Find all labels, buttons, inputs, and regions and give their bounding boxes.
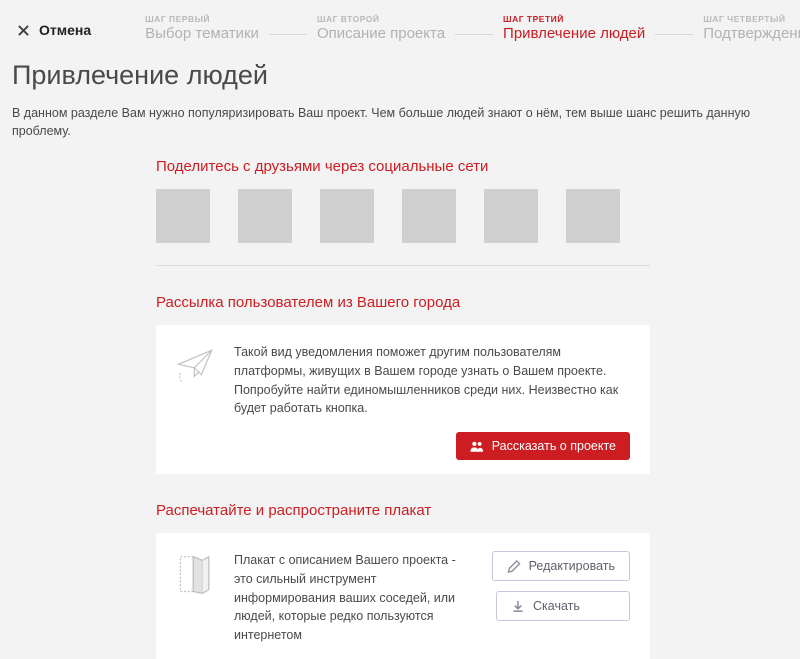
broadcast-card: Такой вид уведомления поможет другим пол… xyxy=(156,325,650,474)
section-social: Поделитесь с друзьями через социальные с… xyxy=(156,158,650,266)
step-title: Выбор тематики xyxy=(145,25,259,42)
social-share-1[interactable] xyxy=(156,189,210,243)
step-2[interactable]: ШАГ ВТОРОЙ Описание проекта xyxy=(317,14,445,42)
button-label: Рассказать о проекте xyxy=(492,439,616,453)
page-header: Привлечение людей В данном разделе Вам н… xyxy=(0,48,800,140)
poster-body: Плакат с описанием Вашего проекта - это … xyxy=(234,551,464,645)
section-poster: Распечатайте и распространите плакат Пла… xyxy=(156,502,650,659)
poster-actions: Редактировать Скачать xyxy=(480,551,630,645)
step-caption: ШАГ ВТОРОЙ xyxy=(317,14,445,24)
step-title: Подтверждение xyxy=(703,25,800,42)
section-city-broadcast: Рассылка пользователем из Вашего города … xyxy=(156,294,650,474)
step-title: Описание проекта xyxy=(317,25,445,42)
tell-about-project-button[interactable]: Рассказать о проекте xyxy=(456,432,630,460)
section-heading: Рассылка пользователем из Вашего города xyxy=(156,294,650,311)
wizard-steps: ШАГ ПЕРВЫЙ Выбор тематики ШАГ ВТОРОЙ Опи… xyxy=(145,14,800,42)
section-heading: Распечатайте и распространите плакат xyxy=(156,502,650,519)
cancel-button[interactable]: Отмена xyxy=(18,14,91,38)
broadcast-body: Такой вид уведомления поможет другим пол… xyxy=(234,343,630,460)
people-icon xyxy=(470,440,484,453)
page-description: В данном разделе Вам нужно популяризиров… xyxy=(12,105,782,140)
close-icon xyxy=(18,25,29,36)
poster-icon xyxy=(174,551,218,645)
page-title: Привлечение людей xyxy=(12,60,782,91)
broadcast-text: Такой вид уведомления поможет другим пол… xyxy=(234,343,630,418)
step-3-active[interactable]: ШАГ ТРЕТИЙ Привлечение людей xyxy=(503,14,645,42)
social-share-5[interactable] xyxy=(484,189,538,243)
social-share-4[interactable] xyxy=(402,189,456,243)
step-1[interactable]: ШАГ ПЕРВЫЙ Выбор тематики xyxy=(145,14,259,42)
step-separator xyxy=(655,34,693,35)
button-label: Редактировать xyxy=(529,559,615,573)
download-icon xyxy=(511,600,525,613)
social-share-6[interactable] xyxy=(566,189,620,243)
paper-plane-icon xyxy=(174,343,218,460)
cancel-label: Отмена xyxy=(39,22,91,38)
step-separator xyxy=(269,34,307,35)
edit-poster-button[interactable]: Редактировать xyxy=(492,551,630,581)
content-column: Поделитесь с друзьями через социальные с… xyxy=(156,158,650,659)
download-poster-button[interactable]: Скачать xyxy=(496,591,630,621)
poster-card: Плакат с описанием Вашего проекта - это … xyxy=(156,533,650,659)
poster-text: Плакат с описанием Вашего проекта - это … xyxy=(234,551,456,645)
step-4[interactable]: ШАГ ЧЕТВЕРТЫЙ Подтверждение xyxy=(703,14,800,42)
step-caption: ШАГ ПЕРВЫЙ xyxy=(145,14,259,24)
social-share-2[interactable] xyxy=(238,189,292,243)
social-buttons-row xyxy=(156,189,650,266)
top-bar: Отмена ШАГ ПЕРВЫЙ Выбор тематики ШАГ ВТО… xyxy=(0,0,800,48)
step-title: Привлечение людей xyxy=(503,25,645,42)
pencil-icon xyxy=(507,560,521,573)
step-separator xyxy=(455,34,493,35)
social-share-3[interactable] xyxy=(320,189,374,243)
step-caption: ШАГ ТРЕТИЙ xyxy=(503,14,645,24)
button-label: Скачать xyxy=(533,599,580,613)
step-caption: ШАГ ЧЕТВЕРТЫЙ xyxy=(703,14,800,24)
section-heading: Поделитесь с друзьями через социальные с… xyxy=(156,158,650,175)
